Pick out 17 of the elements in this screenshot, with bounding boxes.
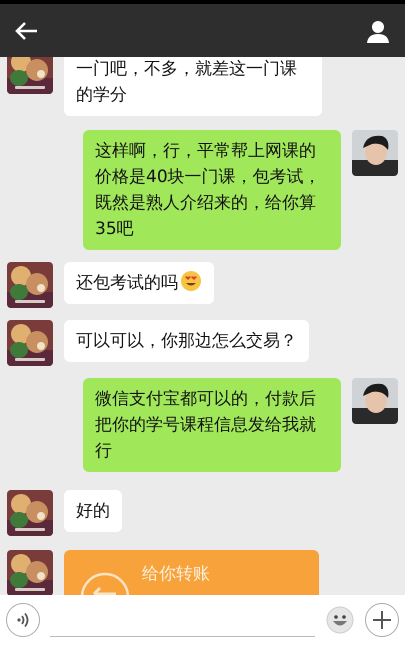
voice-icon bbox=[16, 612, 30, 628]
back-arrow-icon bbox=[15, 20, 39, 40]
person-icon bbox=[366, 18, 390, 42]
message-text: 可以可以，你那边怎么交易？ bbox=[76, 331, 297, 351]
plus-icon bbox=[373, 611, 391, 629]
add-button[interactable] bbox=[365, 603, 399, 637]
heart-eyes-emoji-icon bbox=[180, 270, 202, 292]
message-text: 这样啊，行，平常帮上网课的价格是40块一门课，包考试，既然是熟人介绍来的，给你算35吧 bbox=[95, 141, 321, 239]
message-text: 微信支付宝都可以的，付款后把你的学号课程信息发给我就行 bbox=[95, 389, 316, 461]
message-text: 一门吧，不多，就差这一门课的学分 bbox=[76, 59, 297, 105]
message-text: 好的 bbox=[76, 501, 110, 521]
message-text: 还包考试的吗 bbox=[76, 273, 178, 293]
emoji-button[interactable] bbox=[325, 605, 355, 635]
smiley-icon bbox=[326, 606, 354, 634]
transfer-card[interactable]: 给你转账 bbox=[64, 550, 319, 595]
voice-button[interactable] bbox=[6, 603, 40, 637]
transfer-label: 给你转账 bbox=[142, 563, 210, 586]
